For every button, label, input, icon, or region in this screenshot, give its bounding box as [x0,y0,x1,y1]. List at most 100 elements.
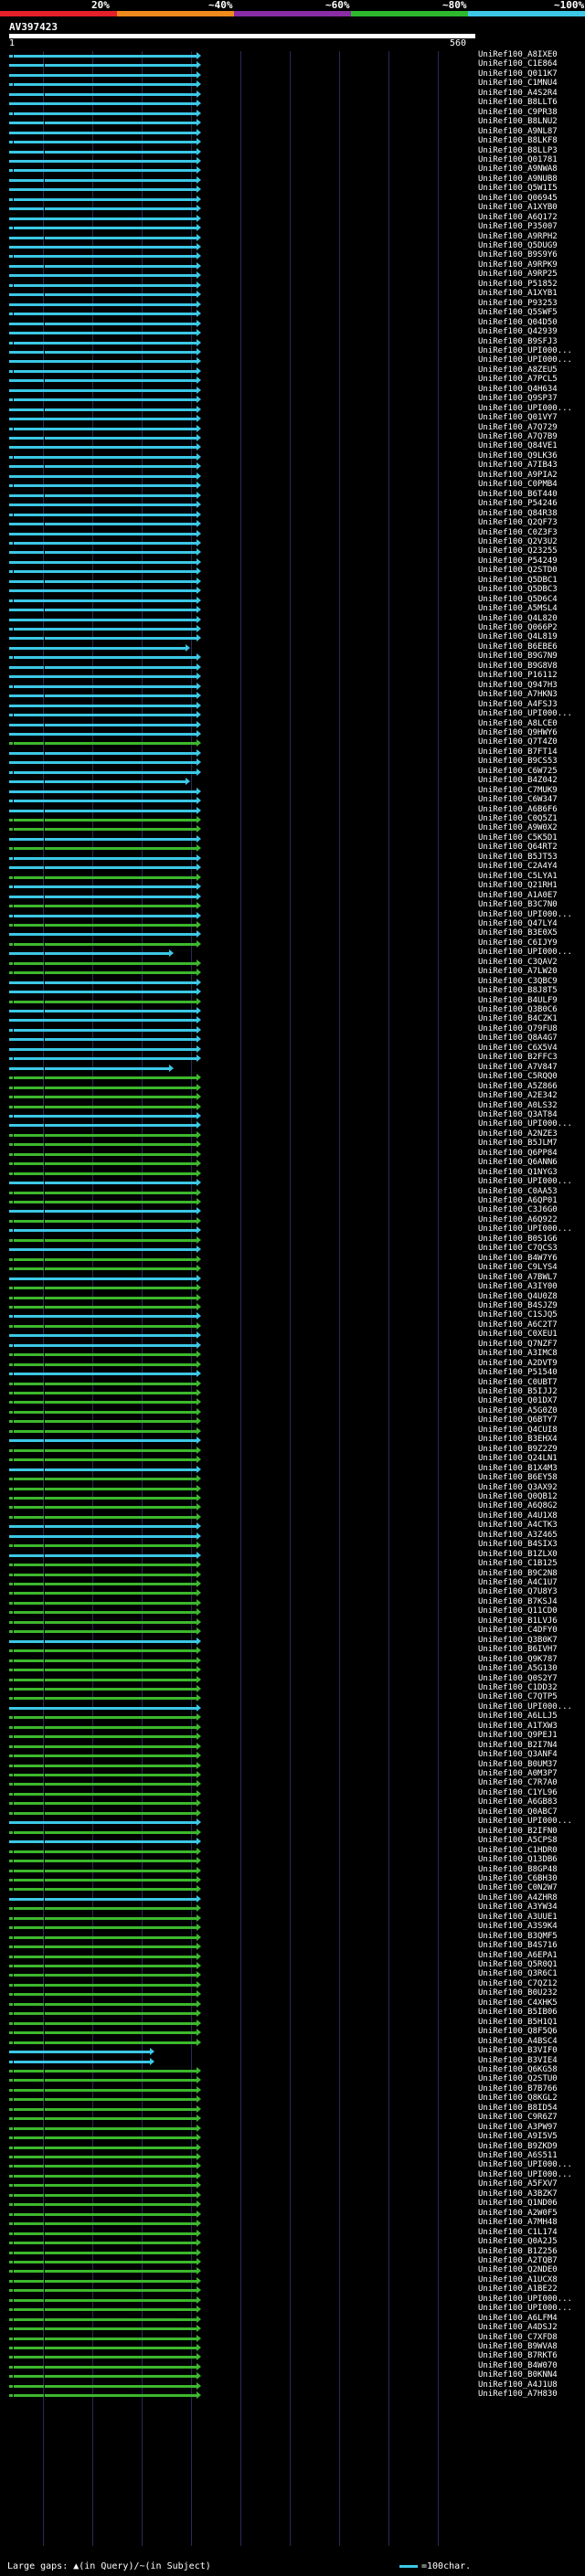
hit-label[interactable]: UniRef100_B5IJJ2 [478,1387,558,1396]
hit-label[interactable]: UniRef100_Q3B0C6 [478,1005,558,1014]
hit-label[interactable]: UniRef100_A2NZE3 [478,1129,558,1139]
hit-label[interactable]: UniRef100_B4CZK1 [478,1014,558,1023]
hit-label[interactable]: UniRef100_C7QZ12 [478,1979,558,1988]
hit-label[interactable]: UniRef100_C0AA53 [478,1187,558,1196]
hit-label[interactable]: UniRef100_Q5R0Q1 [478,1960,558,1969]
hit-label[interactable]: UniRef100_A7LW20 [478,967,558,976]
hit-label[interactable]: UniRef100_B4ULF9 [478,996,558,1005]
hit-label[interactable]: UniRef100_Q5DBC3 [478,585,558,594]
hit-label[interactable]: UniRef100_P16112 [478,671,558,680]
hit-label[interactable]: UniRef100_Q2STU0 [478,2074,558,2083]
hit-label[interactable]: UniRef100_A3UUE1 [478,1913,558,1922]
hit-label[interactable]: UniRef100_UPI000... [478,709,572,718]
hit-label[interactable]: UniRef100_A3Z465 [478,1531,558,1540]
hit-label[interactable]: UniRef100_C1YL96 [478,1788,558,1797]
hit-label[interactable]: UniRef100_Q011K7 [478,69,558,79]
hit-label[interactable]: UniRef100_Q5D6C4 [478,595,558,604]
hit-label[interactable]: UniRef100_A4U1X8 [478,1511,558,1521]
hit-label[interactable]: UniRef100_Q066P2 [478,623,558,632]
hit-label[interactable]: UniRef100_A7BWL7 [478,1273,558,1282]
hit-label[interactable]: UniRef100_C9PR38 [478,108,558,117]
hit-label[interactable]: UniRef100_C1L174 [478,2228,558,2237]
hit-label[interactable]: UniRef100_A1XYB1 [478,289,558,298]
hit-label[interactable]: UniRef100_Q4CUI8 [478,1426,558,1435]
hit-label[interactable]: UniRef100_UPI000... [478,1119,572,1129]
hit-label[interactable]: UniRef100_A1A0E7 [478,891,558,900]
hit-label[interactable]: UniRef100_A5G130 [478,1664,558,1673]
hit-label[interactable]: UniRef100_B8ID54 [478,2104,558,2113]
hit-label[interactable]: UniRef100_A7PCL5 [478,375,558,384]
hit-label[interactable]: UniRef100_A2E342 [478,1091,558,1100]
hit-label[interactable]: UniRef100_A3IY00 [478,1282,558,1291]
hit-label[interactable]: UniRef100_Q7U8Y3 [478,1587,558,1596]
hit-label[interactable]: UniRef100_B8LLT6 [478,98,558,107]
hit-label[interactable]: UniRef100_C7MUK9 [478,786,558,795]
hit-label[interactable]: UniRef100_P93253 [478,299,558,308]
hit-label[interactable]: UniRef100_A4DSJ2 [478,2323,558,2332]
hit-label[interactable]: UniRef100_A4ZHR8 [478,1893,558,1903]
hit-label[interactable]: UniRef100_A3S9K4 [478,1922,558,1931]
hit-label[interactable]: UniRef100_B8LLP3 [478,146,558,155]
hit-label[interactable]: UniRef100_A0M3P7 [478,1769,558,1778]
hit-label[interactable]: UniRef100_B0U232 [478,1988,558,1998]
hit-label[interactable]: UniRef100_Q8KGL2 [478,2094,558,2103]
hit-label[interactable]: UniRef100_Q9K787 [478,1655,558,1664]
hit-label[interactable]: UniRef100_C1DD32 [478,1683,558,1692]
hit-label[interactable]: UniRef100_B0S1G6 [478,1235,558,1244]
hit-label[interactable]: UniRef100_A5G0Z0 [478,1406,558,1415]
hit-label[interactable]: UniRef100_Q01781 [478,155,558,164]
hit-label[interactable]: UniRef100_A7HKN3 [478,690,558,699]
hit-label[interactable]: UniRef100_B2I7N4 [478,1741,558,1750]
hit-label[interactable]: UniRef100_Q2NDE0 [478,2265,558,2274]
hit-label[interactable]: UniRef100_A0LS32 [478,1101,558,1110]
hit-label[interactable]: UniRef100_A3PW97 [478,2123,558,2132]
hit-label[interactable]: UniRef100_A9RP25 [478,270,558,279]
hit-label[interactable]: UniRef100_A6QP01 [478,1196,558,1205]
hit-label[interactable]: UniRef100_B6IVH7 [478,1645,558,1654]
hit-label[interactable]: UniRef100_Q0ABC7 [478,1807,558,1817]
hit-label[interactable]: UniRef100_Q4U0Z8 [478,1292,558,1301]
hit-label[interactable]: UniRef100_B3VIE4 [478,2056,558,2065]
hit-label[interactable]: UniRef100_A6EPA1 [478,1951,558,1960]
hit-label[interactable]: UniRef100_C5K5D1 [478,833,558,843]
hit-label[interactable]: UniRef100_Q47LY4 [478,919,558,928]
hit-label[interactable]: UniRef100_P35007 [478,222,558,231]
hit-label[interactable]: UniRef100_B6EBE6 [478,642,558,652]
hit-label[interactable]: UniRef100_B3VIF0 [478,2046,558,2055]
hit-label[interactable]: UniRef100_Q5SWF5 [478,308,558,317]
hit-label[interactable]: UniRef100_B6EY58 [478,1473,558,1482]
hit-label[interactable]: UniRef100_C5LYA1 [478,872,558,881]
hit-label[interactable]: UniRef100_P51852 [478,280,558,289]
hit-label[interactable]: UniRef100_A2DVT9 [478,1359,558,1368]
hit-label[interactable]: UniRef100_A9W0X2 [478,823,558,832]
hit-label[interactable]: UniRef100_B5JT53 [478,853,558,862]
hit-label[interactable]: UniRef100_Q3AX92 [478,1483,558,1492]
hit-label[interactable]: UniRef100_B6T440 [478,490,558,499]
hit-label[interactable]: UniRef100_B2IFN0 [478,1827,558,1836]
hit-label[interactable]: UniRef100_C1E864 [478,59,558,69]
hit-label[interactable]: UniRef100_B3C7N0 [478,900,558,909]
hit-label[interactable]: UniRef100_Q84R38 [478,509,558,518]
hit-label[interactable]: UniRef100_A6Q8G2 [478,1501,558,1511]
hit-label[interactable]: UniRef100_A9I5V5 [478,2132,558,2141]
hit-label[interactable]: UniRef100_Q9HWY6 [478,728,558,737]
hit-label[interactable]: UniRef100_A4BSC4 [478,2037,558,2046]
hit-label[interactable]: UniRef100_Q9SP37 [478,394,558,403]
hit-label[interactable]: UniRef100_B3E0X5 [478,928,558,938]
hit-label[interactable]: UniRef100_Q1NYG3 [478,1168,558,1177]
hit-label[interactable]: UniRef100_B9SFJ3 [478,337,558,346]
hit-label[interactable]: UniRef100_A4J1U8 [478,2380,558,2390]
hit-label[interactable]: UniRef100_Q8A4G7 [478,1034,558,1043]
hit-label[interactable]: UniRef100_B3QMF5 [478,1932,558,1941]
hit-label[interactable]: UniRef100_UPI000... [478,2160,572,2169]
hit-label[interactable]: UniRef100_A5CPS8 [478,1836,558,1845]
hit-label[interactable]: UniRef100_A4CTK3 [478,1521,558,1530]
hit-label[interactable]: UniRef100_A8LCE0 [478,719,558,728]
hit-label[interactable]: UniRef100_B4SIX3 [478,1540,558,1549]
hit-label[interactable]: UniRef100_Q5DUG9 [478,241,558,250]
hit-label[interactable]: UniRef100_C0XEU1 [478,1330,558,1339]
hit-label[interactable]: UniRef100_C0Q5Z1 [478,814,558,823]
hit-label[interactable]: UniRef100_Q13DB6 [478,1855,558,1864]
hit-label[interactable]: UniRef100_Q04D50 [478,318,558,327]
hit-label[interactable]: UniRef100_A7IB43 [478,461,558,470]
